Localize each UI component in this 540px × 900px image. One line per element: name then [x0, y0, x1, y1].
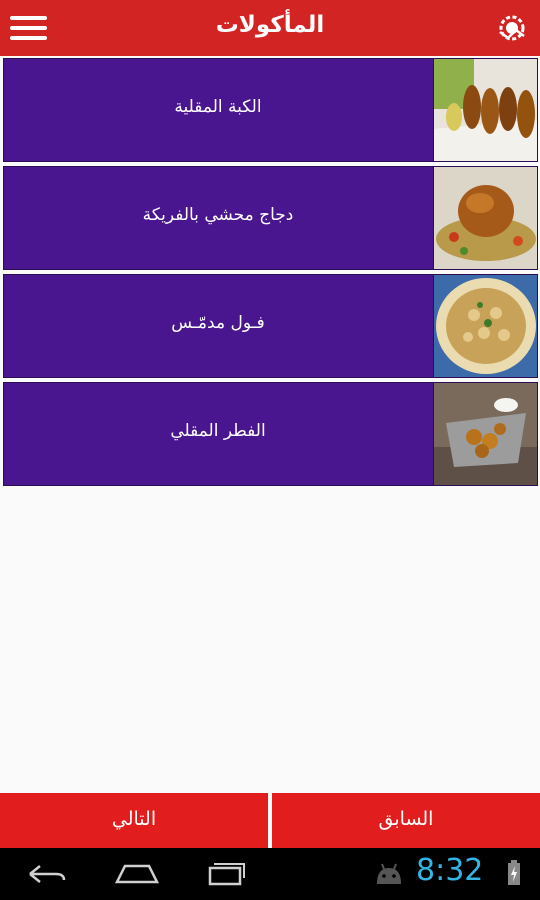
app-logo-icon[interactable] — [496, 12, 528, 44]
list-item[interactable]: الكبة المقلية — [3, 58, 538, 162]
app-screen: المأكولات الكبة المقلية دجاج محشي بالفري… — [0, 0, 540, 900]
list-item[interactable]: الفطر المقلي — [3, 382, 538, 486]
page-title: المأكولات — [215, 12, 325, 38]
pager-bar: التالي السابق — [0, 793, 540, 848]
list-item[interactable]: دجاج محشي بالفريكة — [3, 166, 538, 270]
fried-kibbeh-photo — [433, 59, 537, 161]
back-icon[interactable] — [22, 858, 70, 890]
ful-medames-photo — [433, 275, 537, 377]
list-item-label: دجاج محشي بالفريكة — [142, 205, 294, 225]
previous-button[interactable]: السابق — [272, 793, 540, 848]
food-list: الكبة المقلية دجاج محشي بالفريكة فـول مد… — [3, 58, 538, 490]
fried-mushroom-photo — [433, 383, 537, 485]
home-icon[interactable] — [112, 858, 162, 890]
android-icon — [374, 862, 404, 886]
system-navigation-bar: 8:32 — [0, 848, 540, 900]
list-item-label: فـول مدمّـس — [171, 313, 265, 333]
stuffed-chicken-photo — [433, 167, 537, 269]
recent-apps-icon[interactable] — [204, 858, 248, 890]
status-clock: 8:32 — [416, 853, 484, 888]
next-button[interactable]: التالي — [0, 793, 268, 848]
list-item[interactable]: فـول مدمّـس — [3, 274, 538, 378]
top-app-bar: المأكولات — [0, 0, 540, 56]
list-item-label: الكبة المقلية — [174, 97, 262, 117]
list-item-label: الفطر المقلي — [170, 421, 266, 441]
battery-icon — [507, 860, 521, 886]
